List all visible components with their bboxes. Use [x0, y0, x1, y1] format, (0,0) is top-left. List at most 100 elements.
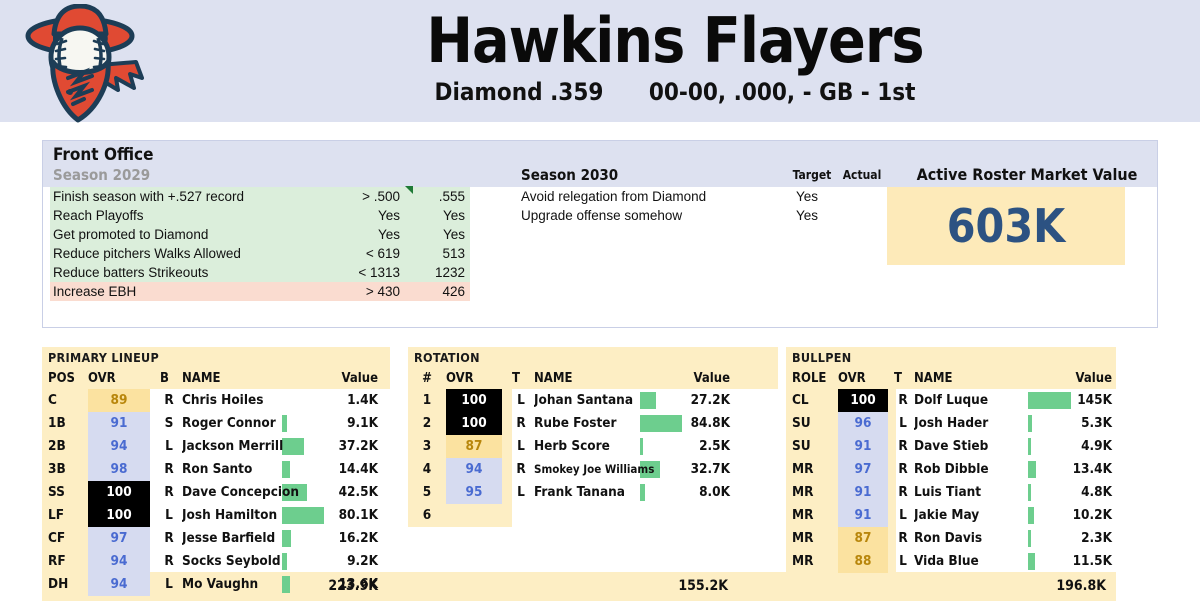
team-name: Hawkins Flayers — [426, 4, 924, 77]
row-handedness: L — [165, 438, 173, 454]
row-position: SU — [792, 415, 811, 431]
row-overall-rating: 94 — [446, 458, 502, 481]
row-overall-rating: 91 — [838, 435, 888, 458]
league-label: Diamond .359 — [434, 78, 604, 106]
goal-target: Yes — [377, 227, 400, 242]
bullpen-section: BULLPEN ROLE OVR T NAME Value CL 100 R Dolf Luque… — [786, 347, 1116, 573]
table-row[interactable]: 2 100 R Rube Foster 84.8K — [408, 412, 778, 435]
row-value: 9.2K — [347, 553, 378, 569]
table-row[interactable]: MR 88 L Vida Blue 11.5K — [786, 550, 1116, 573]
table-row[interactable]: 1B 91 S Roger Connor 9.1K — [42, 412, 390, 435]
column-header: OVR — [838, 371, 866, 386]
table-row[interactable]: LF 100 L Josh Hamilton 80.1K — [42, 504, 390, 527]
table-row[interactable]: CF 97 R Jesse Barfield 16.2K — [42, 527, 390, 550]
row-position: DH — [48, 576, 69, 592]
target-column-header: Target — [792, 168, 832, 182]
row-handedness: R — [516, 461, 526, 477]
row-position: 5 — [422, 484, 432, 500]
table-row[interactable]: 2B 94 L Jackson Merrill 37.2K — [42, 435, 390, 458]
row-position: 1 — [422, 392, 432, 408]
row-position: RF — [48, 553, 66, 569]
row-value: 13.4K — [1072, 461, 1112, 477]
row-overall-rating: 100 — [446, 389, 502, 412]
row-position: 3B — [48, 461, 66, 477]
row-overall-rating: 88 — [838, 550, 888, 573]
page-header: Hawkins Flayers Diamond .359 00-00, .000… — [0, 0, 1200, 123]
goal-target: < 1313 — [358, 265, 400, 280]
goal-actual: Yes — [442, 227, 465, 242]
row-overall-rating: 91 — [838, 504, 888, 527]
goal-label: Reach Playoffs — [53, 208, 144, 223]
goal-label: Upgrade offense somehow — [521, 208, 683, 223]
row-overall-rating: 100 — [88, 504, 150, 527]
row-value — [640, 504, 730, 527]
row-handedness: L — [899, 415, 907, 431]
table-row[interactable]: MR 91 R Luis Tiant 4.8K — [786, 481, 1116, 504]
row-overall-rating: 100 — [88, 481, 150, 504]
table-row[interactable]: 5 95 L Frank Tanana 8.0K — [408, 481, 778, 504]
column-header: # — [422, 371, 432, 386]
goal-row: Upgrade offense somehow Yes — [521, 206, 891, 225]
rotation-total: 155.2K — [678, 578, 728, 594]
record-label: 00-00, .000, - GB - 1st — [648, 78, 916, 106]
table-row[interactable]: MR 97 R Rob Dibble 13.4K — [786, 458, 1116, 481]
goal-row: Finish season with +.527 record > .500 .55… — [50, 186, 470, 206]
goal-label: Finish season with +.527 record — [53, 189, 244, 204]
row-value: 4.8K — [1081, 484, 1112, 500]
row-position: SU — [792, 438, 811, 454]
row-handedness: R — [164, 553, 174, 569]
table-row[interactable]: MR 87 R Ron Davis 2.3K — [786, 527, 1116, 550]
column-header: Value — [341, 371, 379, 386]
goal-label: Avoid relegation from Diamond — [521, 189, 707, 204]
row-value: 11.5K — [1072, 553, 1112, 569]
table-row[interactable]: 6 — [408, 504, 778, 527]
rotation-section: ROTATION # OVR T NAME Value 1 100 L Johan Santana… — [408, 347, 778, 527]
table-row[interactable]: SU 91 R Dave Stieb 4.9K — [786, 435, 1116, 458]
table-row[interactable]: DH 94 L Mo Vaughn 13.6K — [42, 573, 390, 596]
row-handedness: L — [899, 507, 907, 523]
row-overall-rating: 87 — [446, 435, 502, 458]
column-header-row: ROLE OVR T NAME Value — [786, 369, 1116, 389]
table-row[interactable]: 3 87 L Herb Score 2.5K — [408, 435, 778, 458]
table-row[interactable]: SU 96 L Josh Hader 5.3K — [786, 412, 1116, 435]
season-2029-goal-list: Finish season with +.527 record > .500 .55… — [50, 186, 470, 301]
table-row[interactable]: 3B 98 R Ron Santo 14.4K — [42, 458, 390, 481]
bullpen-total: 196.8K — [1056, 578, 1106, 594]
row-value: 84.8K — [690, 415, 730, 431]
row-position: MR — [792, 507, 814, 523]
market-value-title: Active Roster Market Value — [916, 165, 1138, 184]
table-row[interactable]: 1 100 L Johan Santana 27.2K — [408, 389, 778, 412]
table-row[interactable]: RF 94 R Socks Seybold 9.2K — [42, 550, 390, 573]
season-2030-label: Season 2030 — [521, 166, 619, 184]
rotation-rows: 1 100 L Johan Santana 27.2K 2 100 R Rube Foster 8… — [408, 389, 778, 527]
row-position: MR — [792, 553, 814, 569]
row-handedness: R — [898, 530, 908, 546]
column-header: OVR — [446, 371, 474, 386]
row-handedness: L — [517, 438, 525, 454]
season-2029-label: Season 2029 — [53, 166, 151, 184]
row-handedness: R — [164, 392, 174, 408]
front-office-title: Front Office — [53, 145, 154, 165]
goal-target: < 619 — [365, 246, 400, 261]
table-row[interactable]: SS 100 R Dave Concepcion 42.5K — [42, 481, 390, 504]
table-row[interactable]: CL 100 R Dolf Luque 145K — [786, 389, 1116, 412]
bullpen-rows: CL 100 R Dolf Luque 145K SU 96 L Josh Hader 5.3K S… — [786, 389, 1116, 573]
table-row[interactable]: MR 91 L Jakie May 10.2K — [786, 504, 1116, 527]
table-row[interactable]: C 89 R Chris Hoiles 1.4K — [42, 389, 390, 412]
row-position: LF — [48, 507, 65, 523]
row-overall-rating: 87 — [838, 527, 888, 550]
goal-actual: 426 — [442, 284, 465, 299]
table-row[interactable]: 4 94 R Smokey Joe Williams 32.7K — [408, 458, 778, 481]
row-value: 16.2K — [338, 530, 378, 546]
row-handedness — [512, 504, 530, 527]
row-value: 14.4K — [338, 461, 378, 477]
lineup-rows: C 89 R Chris Hoiles 1.4K 1B 91 S Roger Connor 9.1… — [42, 389, 390, 596]
row-value: 145K — [1077, 392, 1112, 408]
row-position: 1B — [48, 415, 66, 431]
row-position: MR — [792, 530, 814, 546]
row-value: 5.3K — [1081, 415, 1112, 431]
row-position: CF — [48, 530, 66, 546]
row-value: 4.9K — [1081, 438, 1112, 454]
row-position: 2B — [48, 438, 66, 454]
row-overall-rating: 91 — [838, 481, 888, 504]
